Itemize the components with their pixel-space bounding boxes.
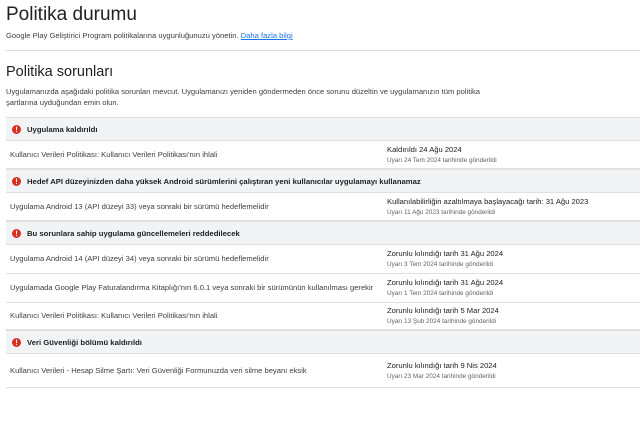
issue-group: Bu sorunlara sahip uygulama güncellemele… (6, 221, 640, 330)
policy-status-page: Politika durumu Google Play Geliştirici … (0, 0, 640, 421)
issue-description: Uygulama Android 13 (API düzeyi 33) veya… (10, 201, 269, 211)
issue-group-header: Bu sorunlara sahip uygulama güncellemele… (6, 221, 640, 245)
warning-sent-date: Uyarı 11 Ağu 2023 tarihinde gönderildi (387, 208, 496, 216)
issue-deadline: Zorunlu kılındığı tarih 31 Ağu 2024 (387, 249, 504, 258)
error-icon (12, 124, 21, 134)
issue-description: Uygulamada Google Play Faturalandırma Ki… (10, 283, 374, 292)
warning-sent-date: Uyarı 24 Tem 2024 tarihinde gönderildi (387, 156, 497, 164)
error-icon (12, 176, 21, 186)
issue-description: Kullanıcı Verileri Politikası: Kullanıcı… (10, 149, 218, 159)
issue-status: Kullanılabilirliğin azaltılmaya başlayac… (387, 196, 640, 218)
warning-sent-date: Uyarı 13 Şub 2024 tarihinde gönderildi (387, 318, 497, 325)
issue-group-header: Hedef API düzeyinizden daha yüksek Andro… (6, 169, 640, 193)
issue-group: Uygulama kaldırıldı Kullanıcı Verileri Po… (6, 117, 640, 169)
error-icon (12, 228, 21, 238)
subtitle-text: Google Play Geliştirici Program politika… (6, 31, 239, 40)
issue-status: Zorunlu kılındığı tarih 31 Ağu 2024 Uyarı… (387, 277, 640, 299)
issue-status: Zorunlu kılındığı tarih 9 Nis 2024 Uyarı … (387, 360, 640, 382)
learn-more-link[interactable]: Daha fazla bilgi (241, 31, 293, 40)
issue-group-title: Uygulama kaldırıldı (27, 124, 98, 134)
page-subtitle: Google Play Geliştirici Program politika… (6, 31, 293, 40)
section-title: Politika sorunları (6, 64, 114, 80)
page-title: Politika durumu (6, 4, 137, 25)
warning-sent-date: Uyarı 3 Tem 2024 tarihinde gönderildi (387, 261, 494, 268)
issue-deadline: Kaldırıldı 24 Ağu 2024 (387, 144, 462, 154)
warning-sent-date: Uyarı 1 Tem 2024 tarihinde gönderildi (387, 290, 494, 297)
issue-group-header: Veri Güvenliği bölümü kaldırıldı (6, 330, 640, 354)
issue-row[interactable]: Kullanıcı Verileri Politikası: Kullanıcı… (6, 141, 640, 169)
issue-group-title: Veri Güvenliği bölümü kaldırıldı (27, 337, 142, 347)
issue-group-header: Uygulama kaldırıldı (6, 117, 640, 141)
section-description: Uygulamanızda aşağıdaki politika sorunla… (6, 87, 481, 107)
issue-description: Kullanıcı Verileri - Hesap Silme Şartı: … (10, 365, 307, 375)
issue-row[interactable]: Uygulama Android 14 (API düzeyi 34) veya… (6, 245, 640, 274)
issue-group-title: Bu sorunlara sahip uygulama güncellemele… (27, 228, 240, 238)
issue-row[interactable]: Uygulamada Google Play Faturalandırma Ki… (6, 274, 640, 303)
issue-deadline: Zorunlu kılındığı tarih 5 Mar 2024 (387, 306, 499, 315)
issue-status: Zorunlu kılındığı tarih 5 Mar 2024 Uyarı … (387, 305, 640, 327)
issue-group-title: Hedef API düzeyinizden daha yüksek Andro… (27, 176, 421, 186)
warning-sent-date: Uyarı 23 Mar 2024 tarihinde gönderildi (387, 372, 496, 380)
issue-description: Uygulama Android 14 (API düzeyi 34) veya… (10, 254, 269, 263)
error-icon (12, 337, 21, 347)
issue-row[interactable]: Uygulama Android 13 (API düzeyi 33) veya… (6, 193, 640, 221)
header-divider (6, 50, 640, 51)
issue-deadline: Zorunlu kılındığı tarih 9 Nis 2024 (387, 360, 497, 370)
issue-deadline: Zorunlu kılındığı tarih 31 Ağu 2024 (387, 278, 504, 287)
issue-status: Kaldırıldı 24 Ağu 2024 Uyarı 24 Tem 2024 … (387, 144, 640, 166)
issue-status: Zorunlu kılındığı tarih 31 Ağu 2024 Uyarı… (387, 248, 640, 270)
issue-row[interactable]: Kullanıcı Verileri Politikası: Kullanıcı… (6, 303, 640, 330)
issue-deadline: Kullanılabilirliğin azaltılmaya başlayac… (387, 196, 589, 206)
issue-group: Veri Güvenliği bölümü kaldırıldı Kullanıc… (6, 330, 640, 388)
policy-issues-list: Uygulama kaldırıldı Kullanıcı Verileri Po… (6, 117, 640, 388)
issue-group: Hedef API düzeyinizden daha yüksek Andro… (6, 169, 640, 221)
issue-row[interactable]: Kullanıcı Verileri - Hesap Silme Şartı: … (6, 354, 640, 388)
issue-description: Kullanıcı Verileri Politikası: Kullanıcı… (10, 311, 218, 320)
